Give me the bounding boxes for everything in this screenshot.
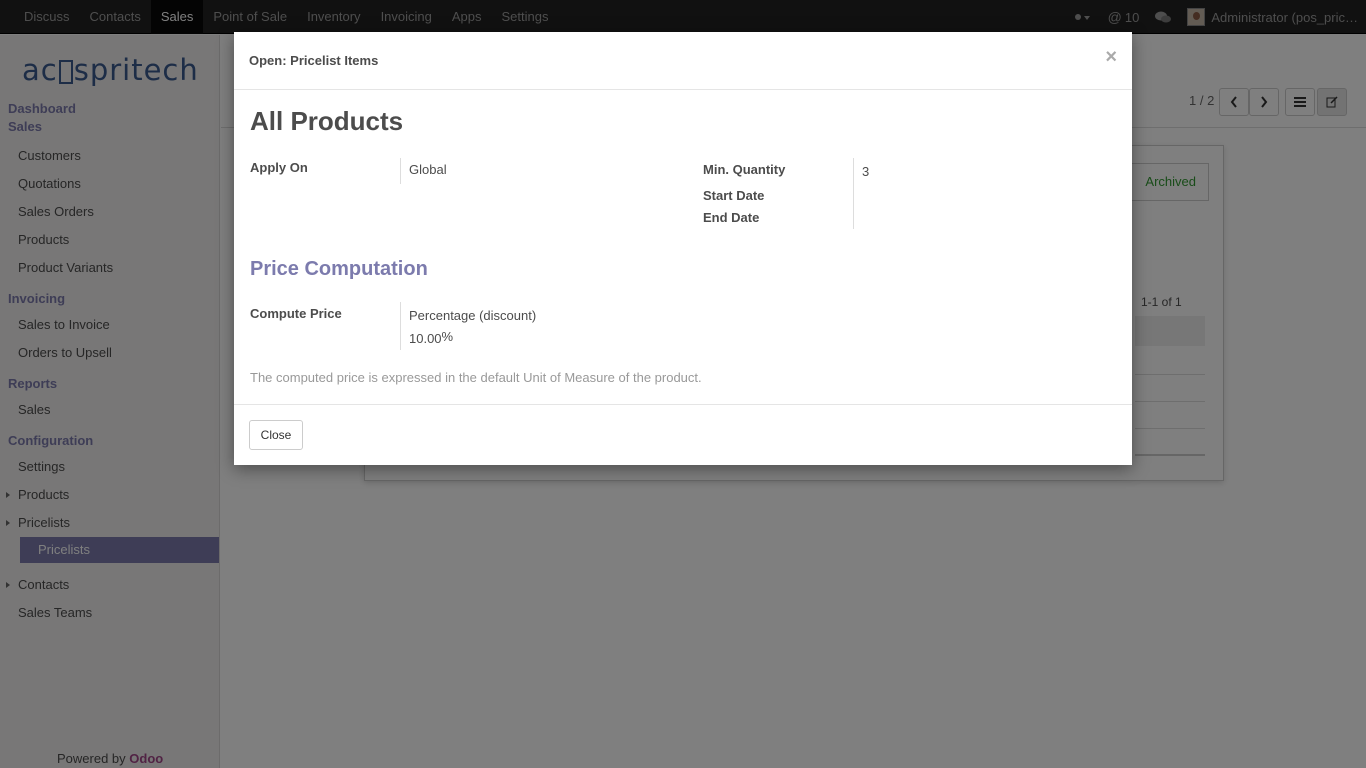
apply-on-label: Apply On (250, 160, 308, 175)
close-button[interactable]: Close (249, 420, 303, 450)
end-date-label: End Date (703, 210, 760, 225)
close-icon[interactable]: × (1105, 46, 1117, 69)
modal-footer: Close (234, 404, 1132, 465)
field-separator (853, 158, 854, 229)
compute-price-value: Percentage (discount) (409, 308, 537, 323)
help-text: The computed price is expressed in the d… (250, 370, 702, 385)
percent-price-field: 10.00% (409, 329, 454, 346)
min-quantity-value: 3 (862, 164, 870, 179)
apply-on-value: Global (409, 162, 447, 177)
field-separator (400, 158, 401, 184)
compute-price-label: Compute Price (250, 306, 342, 321)
start-date-label: Start Date (703, 188, 765, 203)
modal-title: Open: Pricelist Items (249, 53, 379, 68)
percent-value: 10.00 (409, 331, 442, 346)
section-price-computation: Price Computation (250, 258, 428, 280)
field-separator (400, 302, 401, 350)
pricelist-item-dialog: Open: Pricelist Items × All Products App… (234, 32, 1132, 465)
record-name: All Products (250, 106, 404, 136)
percent-suffix: % (441, 329, 454, 344)
modal-header: Open: Pricelist Items × (234, 32, 1132, 90)
min-quantity-label: Min. Quantity (703, 162, 786, 177)
